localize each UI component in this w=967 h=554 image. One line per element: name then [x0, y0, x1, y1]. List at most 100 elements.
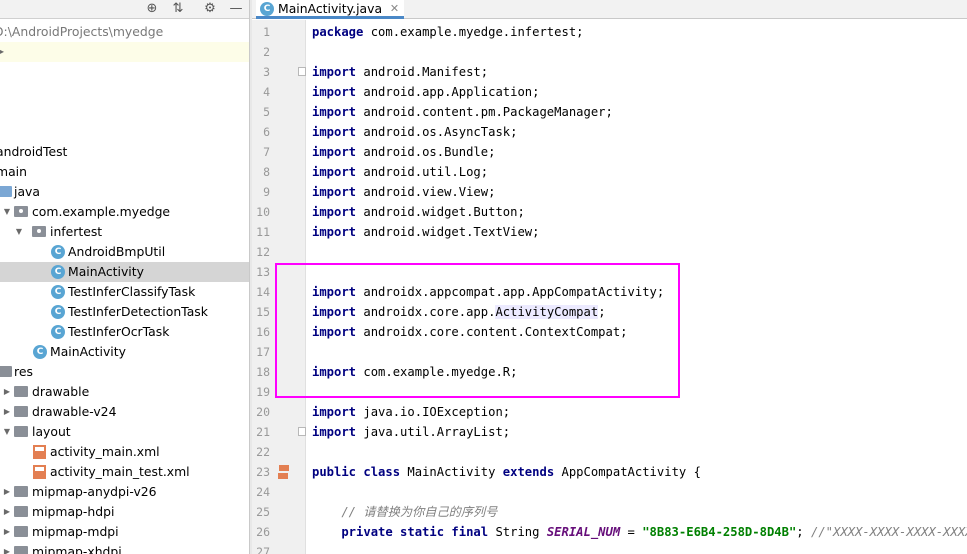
tree-item-androidbmputil[interactable]: C AndroidBmpUtil — [0, 242, 249, 262]
code-text: android.os.Bundle; — [356, 145, 496, 159]
chevron-down-icon[interactable]: ▼ — [2, 202, 12, 222]
tree-item-mainactivity[interactable]: C MainActivity — [0, 342, 249, 362]
keyword: import — [312, 65, 357, 79]
code-text: String — [488, 525, 547, 539]
code-line-9: import android.view.View; — [312, 182, 495, 202]
fold-marker-icon[interactable] — [298, 67, 306, 76]
class-icon: C — [260, 2, 274, 16]
package-icon — [32, 226, 46, 237]
chevron-right-icon[interactable]: ▶ — [2, 522, 12, 542]
code-line-4: import android.app.Application; — [312, 82, 539, 102]
xml-file-icon — [33, 445, 46, 459]
tree-item-label: res — [14, 364, 33, 379]
code-text: ; — [796, 525, 811, 539]
chevron-right-icon[interactable]: ▶ — [2, 402, 12, 422]
keyword: public class — [312, 465, 401, 479]
line-number: 3 — [263, 65, 270, 79]
line-number: 12 — [256, 245, 270, 259]
tab-label: MainActivity.java — [278, 1, 383, 16]
tree-item-label: com.example.myedge — [32, 204, 171, 219]
tree-item-drawable[interactable]: ▶ drawable — [0, 382, 249, 402]
tree-item-activity-main-xml[interactable]: activity_main.xml — [0, 442, 249, 462]
tree-item-label: activity_main_test.xml — [50, 464, 190, 479]
tree-item-detectiontask[interactable]: C TestInferDetectionTask — [0, 302, 249, 322]
gear-icon[interactable]: ⚙ — [200, 0, 220, 18]
line-number: 26 — [256, 525, 270, 539]
tree-item-layout[interactable]: ▼ layout — [0, 422, 249, 442]
code-line-26: private static final String SERIAL_NUM =… — [312, 522, 967, 542]
minimize-icon[interactable]: — — [226, 0, 246, 18]
keyword: private static final — [312, 525, 489, 539]
tree-item-mipmap-mdpi[interactable]: ▶ mipmap-mdpi — [0, 522, 249, 542]
line-number: 18 — [256, 365, 270, 379]
tree-item-main[interactable]: main — [0, 162, 249, 182]
line-number: 9 — [263, 185, 270, 199]
keyword: package — [312, 25, 364, 39]
collapse-all-icon[interactable]: ⇅ — [168, 0, 188, 18]
tree-item-classifytask[interactable]: C TestInferClassifyTask — [0, 282, 249, 302]
close-icon[interactable]: ✕ — [390, 0, 399, 17]
keyword: import — [312, 105, 357, 119]
keyword: import — [312, 425, 357, 439]
tree-item-label: java — [14, 184, 40, 199]
keyword: extends — [502, 465, 555, 479]
tree-root-path[interactable]: D:\AndroidProjects\myedge — [0, 22, 249, 42]
folder-icon — [14, 406, 28, 417]
tree-item-res[interactable]: ▼ res — [0, 362, 249, 382]
keyword: import — [312, 145, 357, 159]
tree-item-androidtest[interactable]: androidTest — [0, 142, 249, 162]
tree-item-label: TestInferOcrTask — [68, 324, 170, 339]
source-folder-icon — [0, 186, 12, 197]
code-text: com.example.myedge.infertest; — [363, 25, 584, 39]
code-line-5: import android.content.pm.PackageManager… — [312, 102, 613, 122]
line-number: 23 — [256, 465, 270, 479]
chevron-down-icon[interactable]: ▼ — [2, 422, 12, 442]
class-icon: C — [33, 345, 47, 359]
tree-item-mipmap-xhdpi[interactable]: ▶ mipmap-xhdpi — [0, 542, 249, 554]
target-icon[interactable]: ⊕ — [142, 0, 162, 18]
tree-item-label: drawable-v24 — [32, 404, 117, 419]
tree-item-java[interactable]: java — [0, 182, 249, 202]
tree-item-label: mipmap-hdpi — [32, 504, 115, 519]
line-number: 15 — [256, 305, 270, 319]
tree-item-label: TestInferDetectionTask — [68, 304, 208, 319]
chevron-right-icon[interactable]: ▶ — [2, 542, 12, 554]
tree-item-ocrtask[interactable]: C TestInferOcrTask — [0, 322, 249, 342]
chevron-right-icon[interactable]: ▶ — [2, 502, 12, 522]
line-number: 14 — [256, 285, 270, 299]
string-literal: "8B83-E6B4-258D-8D4B" — [642, 525, 797, 539]
tree-item-mipmap-anydpi[interactable]: ▶ mipmap-anydpi-v26 — [0, 482, 249, 502]
line-number: 7 — [263, 145, 270, 159]
tree-item-label: drawable — [32, 384, 90, 399]
xml-file-icon — [33, 465, 46, 479]
line-number: 5 — [263, 105, 270, 119]
chevron-right-icon[interactable]: ▶ — [2, 382, 12, 402]
tab-mainactivity-java[interactable]: C MainActivity.java ✕ — [256, 0, 405, 19]
tree-item-label: activity_main.xml — [50, 444, 160, 459]
keyword: import — [312, 405, 357, 419]
tree-item-label: mipmap-anydpi-v26 — [32, 484, 157, 499]
chevron-down-icon[interactable]: ▼ — [14, 222, 24, 242]
layout-gutter-icon — [278, 473, 288, 479]
tree-item-label: infertest — [50, 224, 103, 239]
tree-item-mainactivity-selected[interactable]: C MainActivity — [0, 262, 249, 282]
line-number: 19 — [256, 385, 270, 399]
tree-item-package[interactable]: ▼ com.example.myedge — [0, 202, 249, 222]
code-line-21: import java.util.ArrayList; — [312, 422, 510, 442]
folder-icon — [14, 426, 28, 437]
fold-marker-icon[interactable] — [298, 427, 306, 436]
tree-item-infertest[interactable]: ▼ infertest — [0, 222, 249, 242]
folder-icon — [14, 486, 28, 497]
line-number: 6 — [263, 125, 270, 139]
chevron-right-icon[interactable]: ▶ — [2, 482, 12, 502]
tree-item-mipmap-hdpi[interactable]: ▶ mipmap-hdpi — [0, 502, 249, 522]
layout-gutter-icon[interactable] — [279, 465, 289, 471]
tree-item-activity-main-test-xml[interactable]: activity_main_test.xml — [0, 462, 249, 482]
class-icon: C — [51, 325, 65, 339]
line-number: 22 — [256, 445, 270, 459]
annotation-highlight-box — [275, 263, 680, 398]
keyword: import — [312, 225, 357, 239]
tree-item-label: mipmap-mdpi — [32, 524, 119, 539]
tree-item-drawable-v24[interactable]: ▶ drawable-v24 — [0, 402, 249, 422]
code-line-10: import android.widget.Button; — [312, 202, 525, 222]
